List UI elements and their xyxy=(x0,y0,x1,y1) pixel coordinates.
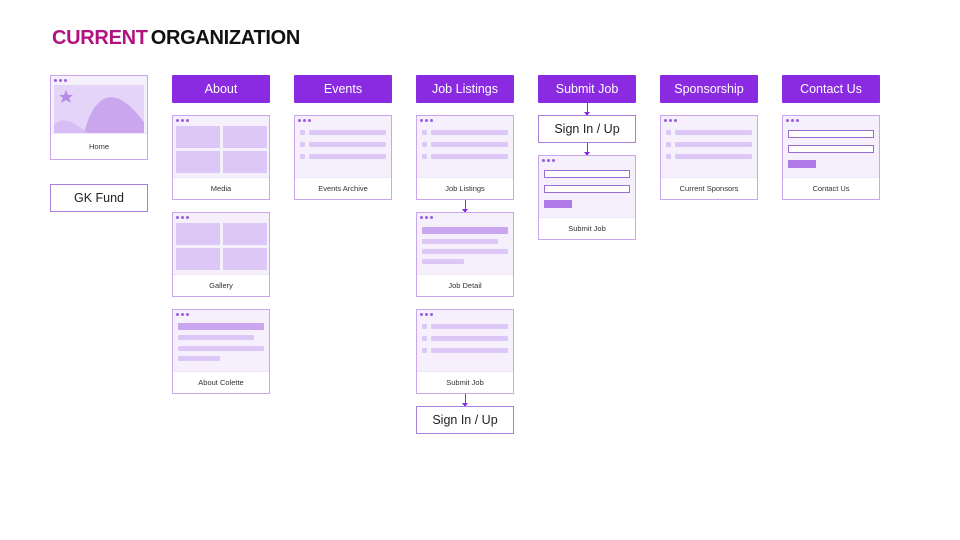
list-line xyxy=(675,154,752,159)
list-bullet xyxy=(422,324,427,329)
about-colette-label: About Colette xyxy=(173,371,269,393)
image-placeholder xyxy=(176,151,220,173)
sign-in-up-box-sj[interactable]: Sign In / Up xyxy=(538,115,636,143)
image-placeholder xyxy=(223,151,267,173)
gk-fund-box[interactable]: GK Fund xyxy=(50,184,148,212)
window-dots xyxy=(176,119,189,122)
title-current: CURRENT xyxy=(52,27,148,49)
window-dots xyxy=(298,119,311,122)
submit-job-label-jl: Submit Job xyxy=(417,371,513,393)
list-bullet xyxy=(300,154,305,159)
text-line xyxy=(178,335,254,340)
title-organization: ORGANIZATION xyxy=(150,27,301,49)
list-line xyxy=(431,154,508,159)
submit-job-card-jl[interactable]: Submit Job xyxy=(416,309,514,394)
text-line xyxy=(178,323,264,330)
list-line xyxy=(675,142,752,147)
arrow-to-sign-in-jl xyxy=(462,394,468,407)
job-listings-label: Job Listings xyxy=(417,177,513,199)
image-placeholder xyxy=(223,126,267,148)
list-line xyxy=(309,142,386,147)
header-sponsorship[interactable]: Sponsorship xyxy=(660,75,758,103)
submit-job-label-sj: Submit Job xyxy=(539,217,635,239)
sign-in-up-box-jl[interactable]: Sign In / Up xyxy=(416,406,514,434)
window-dots xyxy=(176,216,189,219)
arrow-to-sign-in-sj xyxy=(584,103,590,116)
window-dots xyxy=(420,216,433,219)
text-line xyxy=(178,346,264,351)
arrow-to-submit-job-form xyxy=(584,143,590,156)
text-line xyxy=(422,239,498,244)
submit-job-form-card[interactable]: Submit Job xyxy=(538,155,636,240)
contact-us-label: Contact Us xyxy=(783,177,879,199)
window-dots xyxy=(176,313,189,316)
media-card[interactable]: Media xyxy=(172,115,270,200)
header-events[interactable]: Events xyxy=(294,75,392,103)
list-line xyxy=(431,336,508,341)
header-submit-job[interactable]: Submit Job xyxy=(538,75,636,103)
list-line xyxy=(431,142,508,147)
star-icon xyxy=(59,90,73,103)
list-bullet xyxy=(422,154,427,159)
list-line xyxy=(431,324,508,329)
list-bullet xyxy=(666,130,671,135)
list-bullet xyxy=(422,336,427,341)
window-dots xyxy=(420,119,433,122)
hero-image xyxy=(54,85,144,133)
list-bullet xyxy=(300,142,305,147)
header-contact-us[interactable]: Contact Us xyxy=(782,75,880,103)
contact-us-card[interactable]: Contact Us xyxy=(782,115,880,200)
list-line xyxy=(309,154,386,159)
about-colette-card[interactable]: About Colette xyxy=(172,309,270,394)
header-about[interactable]: About xyxy=(172,75,270,103)
form-field xyxy=(544,185,630,193)
window-dots xyxy=(664,119,677,122)
list-line xyxy=(675,130,752,135)
window-dots xyxy=(54,79,67,82)
list-bullet xyxy=(666,142,671,147)
image-placeholder xyxy=(223,223,267,245)
list-line xyxy=(309,130,386,135)
current-sponsors-label: Current Sponsors xyxy=(661,177,757,199)
list-bullet xyxy=(300,130,305,135)
image-placeholder xyxy=(176,223,220,245)
page-title: CURRENT ORGANIZATION xyxy=(52,27,300,50)
window-dots xyxy=(420,313,433,316)
text-line xyxy=(178,356,220,361)
current-sponsors-card[interactable]: Current Sponsors xyxy=(660,115,758,200)
job-detail-label: Job Detail xyxy=(417,274,513,296)
image-placeholder xyxy=(176,126,220,148)
form-field xyxy=(788,145,874,153)
image-placeholder xyxy=(223,248,267,270)
home-label: Home xyxy=(51,133,147,159)
form-field xyxy=(788,130,874,138)
job-listings-card[interactable]: Job Listings xyxy=(416,115,514,200)
events-archive-card[interactable]: Events Archive xyxy=(294,115,392,200)
submit-button-placeholder xyxy=(544,200,572,208)
list-line xyxy=(431,348,508,353)
list-bullet xyxy=(666,154,671,159)
gallery-card[interactable]: Gallery xyxy=(172,212,270,297)
text-line xyxy=(422,259,464,264)
header-job-listings[interactable]: Job Listings xyxy=(416,75,514,103)
text-line xyxy=(422,227,508,234)
text-line xyxy=(422,249,508,254)
list-bullet xyxy=(422,130,427,135)
list-bullet xyxy=(422,142,427,147)
window-dots xyxy=(542,159,555,162)
list-bullet xyxy=(422,348,427,353)
list-line xyxy=(431,130,508,135)
form-field xyxy=(544,170,630,178)
arrow-to-job-detail xyxy=(462,200,468,213)
media-label: Media xyxy=(173,177,269,199)
events-archive-label: Events Archive xyxy=(295,177,391,199)
image-placeholder xyxy=(176,248,220,270)
window-dots xyxy=(786,119,799,122)
job-detail-card[interactable]: Job Detail xyxy=(416,212,514,297)
gallery-label: Gallery xyxy=(173,274,269,296)
home-card[interactable]: Home xyxy=(50,75,148,160)
submit-button-placeholder xyxy=(788,160,816,168)
